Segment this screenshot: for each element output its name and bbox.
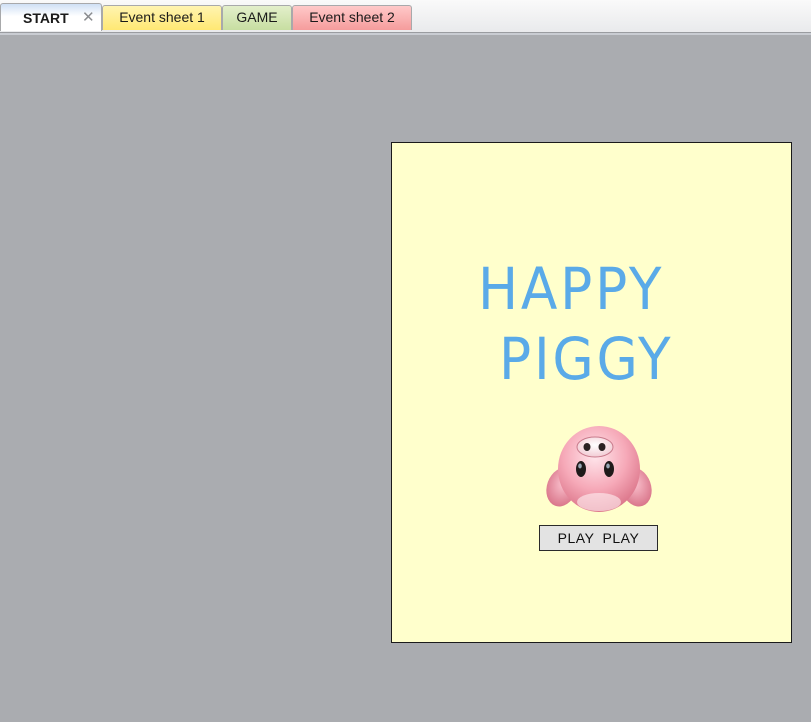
tab-event-sheet-1[interactable]: Event sheet 1 [102,5,222,30]
tab-label: START [23,10,69,26]
tab-event-sheet-2[interactable]: Event sheet 2 [292,5,412,30]
tab-start[interactable]: START ✕ [0,3,102,31]
title-line-piggy[interactable]: PIGGY [499,325,673,393]
tab-label: Event sheet 1 [119,9,205,25]
title-line-happy[interactable]: HAPPY [478,255,664,323]
close-icon[interactable]: ✕ [82,4,95,32]
play-button[interactable]: PLAY PLAY [539,525,658,551]
tab-label: GAME [236,9,278,25]
tab-label: Event sheet 2 [309,9,395,25]
layout-canvas[interactable]: HAPPY PIGGY PLAY PLAY [391,142,792,643]
pig-face-icon[interactable] [545,425,653,515]
tab-game[interactable]: GAME [222,5,292,30]
layout-tab-bar: START ✕ Event sheet 1 GAME Event sheet 2 [0,0,811,35]
